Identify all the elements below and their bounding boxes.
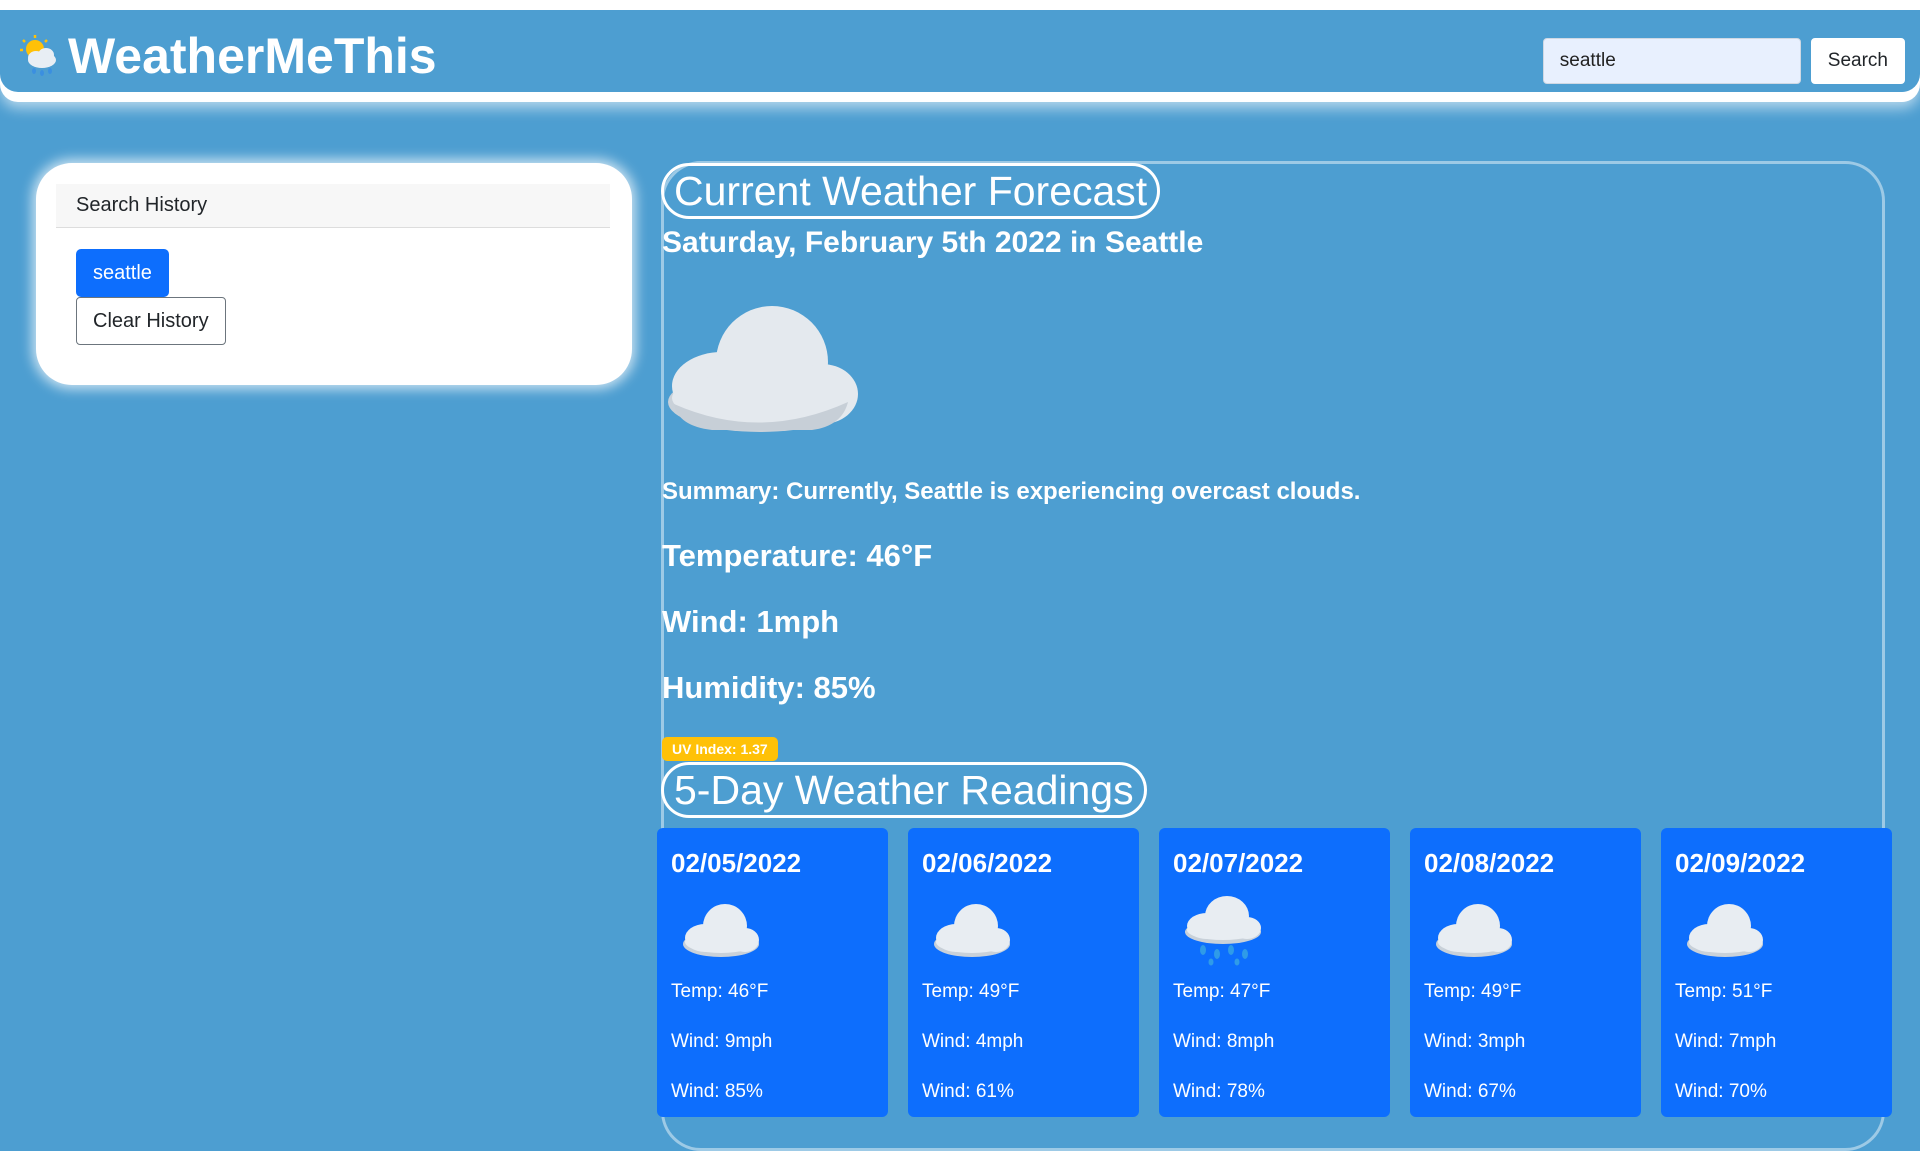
current-summary: Summary: Currently, Seattle is experienc… <box>662 478 1361 505</box>
forecast-temp: Temp: 49°F <box>922 981 1020 1002</box>
forecast-temp: Temp: 47°F <box>1173 981 1271 1002</box>
search-button[interactable]: Search <box>1810 38 1905 84</box>
forecast-date: 02/09/2022 <box>1675 848 1806 878</box>
forecast-wind: Wind: 9mph <box>671 1031 773 1052</box>
forecast-date: 02/07/2022 <box>1173 848 1304 878</box>
forecast-wind: Wind: 3mph <box>1424 1031 1526 1052</box>
forecast-card: 02/07/2022 Temp: 47°F Wind: 8mph Wind: 7… <box>1159 828 1390 1117</box>
brand: WeatherMeThis <box>18 28 437 84</box>
current-weather-heading: Current Weather Forecast <box>661 163 1161 219</box>
forecast-date: 02/08/2022 <box>1424 848 1555 878</box>
app-header: WeatherMeThis Search <box>0 10 1920 92</box>
forecast-heading: 5-Day Weather Readings <box>661 762 1147 818</box>
search-form: Search <box>1542 38 1905 84</box>
search-history-card: Search History seattle Clear History <box>36 163 632 385</box>
app-title: WeatherMeThis <box>68 28 437 84</box>
forecast-humidity: Wind: 61% <box>922 1081 1014 1102</box>
forecast-card: 02/06/2022 Temp: 49°F Wind: 4mph Wind: 6… <box>908 828 1139 1117</box>
forecast-temp: Temp: 51°F <box>1675 981 1773 1002</box>
clear-history-button[interactable]: Clear History <box>76 297 226 345</box>
forecast-humidity: Wind: 85% <box>671 1081 763 1102</box>
cloud-icon <box>934 904 1010 957</box>
current-date-line: Saturday, February 5th 2022 in Seattle <box>662 226 1204 259</box>
uv-index-badge: UV Index: 1.37 <box>662 737 778 761</box>
forecast-temp: Temp: 49°F <box>1424 981 1522 1002</box>
history-item-seattle[interactable]: seattle <box>76 249 169 297</box>
search-input[interactable] <box>1542 38 1801 84</box>
sun-behind-rain-cloud-icon <box>20 35 56 76</box>
cloud-icon <box>683 904 759 957</box>
forecast-date: 02/05/2022 <box>671 848 802 878</box>
forecast-card: 02/08/2022 Temp: 49°F Wind: 3mph Wind: 6… <box>1410 828 1641 1117</box>
forecast-card: 02/05/2022 Temp: 46°F Wind: 9mph Wind: 8… <box>657 828 888 1117</box>
current-temperature: Temperature: 46°F <box>662 538 933 573</box>
forecast-humidity: Wind: 70% <box>1675 1081 1767 1102</box>
forecast-date: 02/06/2022 <box>922 848 1053 878</box>
forecast-wind: Wind: 7mph <box>1675 1031 1777 1052</box>
cloud-icon <box>1436 904 1512 957</box>
current-wind: Wind: 1mph <box>662 604 840 639</box>
forecast-humidity: Wind: 67% <box>1424 1081 1516 1102</box>
current-humidity: Humidity: 85% <box>662 670 876 705</box>
top-border <box>0 0 1920 10</box>
forecast-humidity: Wind: 78% <box>1173 1081 1265 1102</box>
forecast-card: 02/09/2022 Temp: 51°F Wind: 7mph Wind: 7… <box>1661 828 1892 1117</box>
rain-cloud-icon <box>1185 896 1261 966</box>
search-history-header: Search History <box>56 184 610 228</box>
cloud-icon <box>668 306 858 432</box>
cloud-icon <box>1687 904 1763 957</box>
forecast-wind: Wind: 8mph <box>1173 1031 1275 1052</box>
forecast-wind: Wind: 4mph <box>922 1031 1024 1052</box>
forecast-temp: Temp: 46°F <box>671 981 769 1002</box>
